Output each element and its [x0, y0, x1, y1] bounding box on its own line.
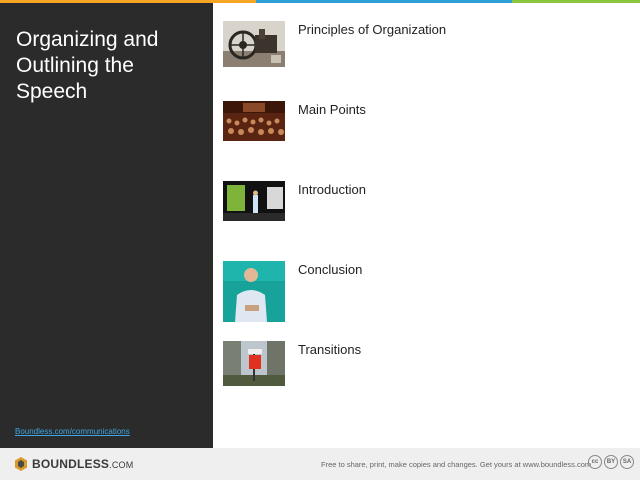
antique-machinery-photo [223, 21, 285, 67]
street-sign-photo [223, 341, 285, 386]
cc-icon: cc [588, 455, 602, 469]
stripe-blue-2 [384, 0, 512, 3]
stripe-green [512, 0, 640, 3]
boundless-logo-icon [15, 457, 27, 471]
item-label-transitions: Transitions [298, 342, 362, 357]
boundless-logo[interactable]: BOUNDLESS.COM [14, 457, 133, 471]
list-item-principles: Principles of Organization [223, 21, 623, 67]
audience-hall-photo [223, 101, 285, 141]
source-link[interactable]: Boundless.com/communications [15, 427, 130, 436]
footer-license-note: Free to share, print, make copies and ch… [321, 460, 592, 469]
sa-icon: SA [620, 455, 634, 469]
footer-bar: BOUNDLESS.COM Free to share, print, make… [0, 448, 640, 480]
list-item-transitions: Transitions [223, 341, 623, 386]
title-panel: Organizing and Outlining the Speech Boun… [0, 3, 213, 448]
item-label-introduction: Introduction [298, 182, 366, 197]
item-label-main-points: Main Points [298, 102, 366, 117]
slide-title: Organizing and Outlining the Speech [16, 28, 159, 103]
list-item-conclusion: Conclusion [223, 261, 623, 322]
stage-presenter-photo [223, 181, 285, 221]
creative-commons-badge[interactable]: cc BY SA [588, 455, 634, 469]
item-label-principles: Principles of Organization [298, 22, 447, 37]
speaker-portrait-photo [223, 261, 285, 322]
stripe-blue [256, 0, 384, 3]
list-item-introduction: Introduction [223, 181, 623, 221]
list-item-main-points: Main Points [223, 101, 623, 141]
logo-wordmark: BOUNDLESS.COM [32, 457, 134, 471]
item-label-conclusion: Conclusion [298, 262, 363, 277]
by-icon: BY [604, 455, 618, 469]
